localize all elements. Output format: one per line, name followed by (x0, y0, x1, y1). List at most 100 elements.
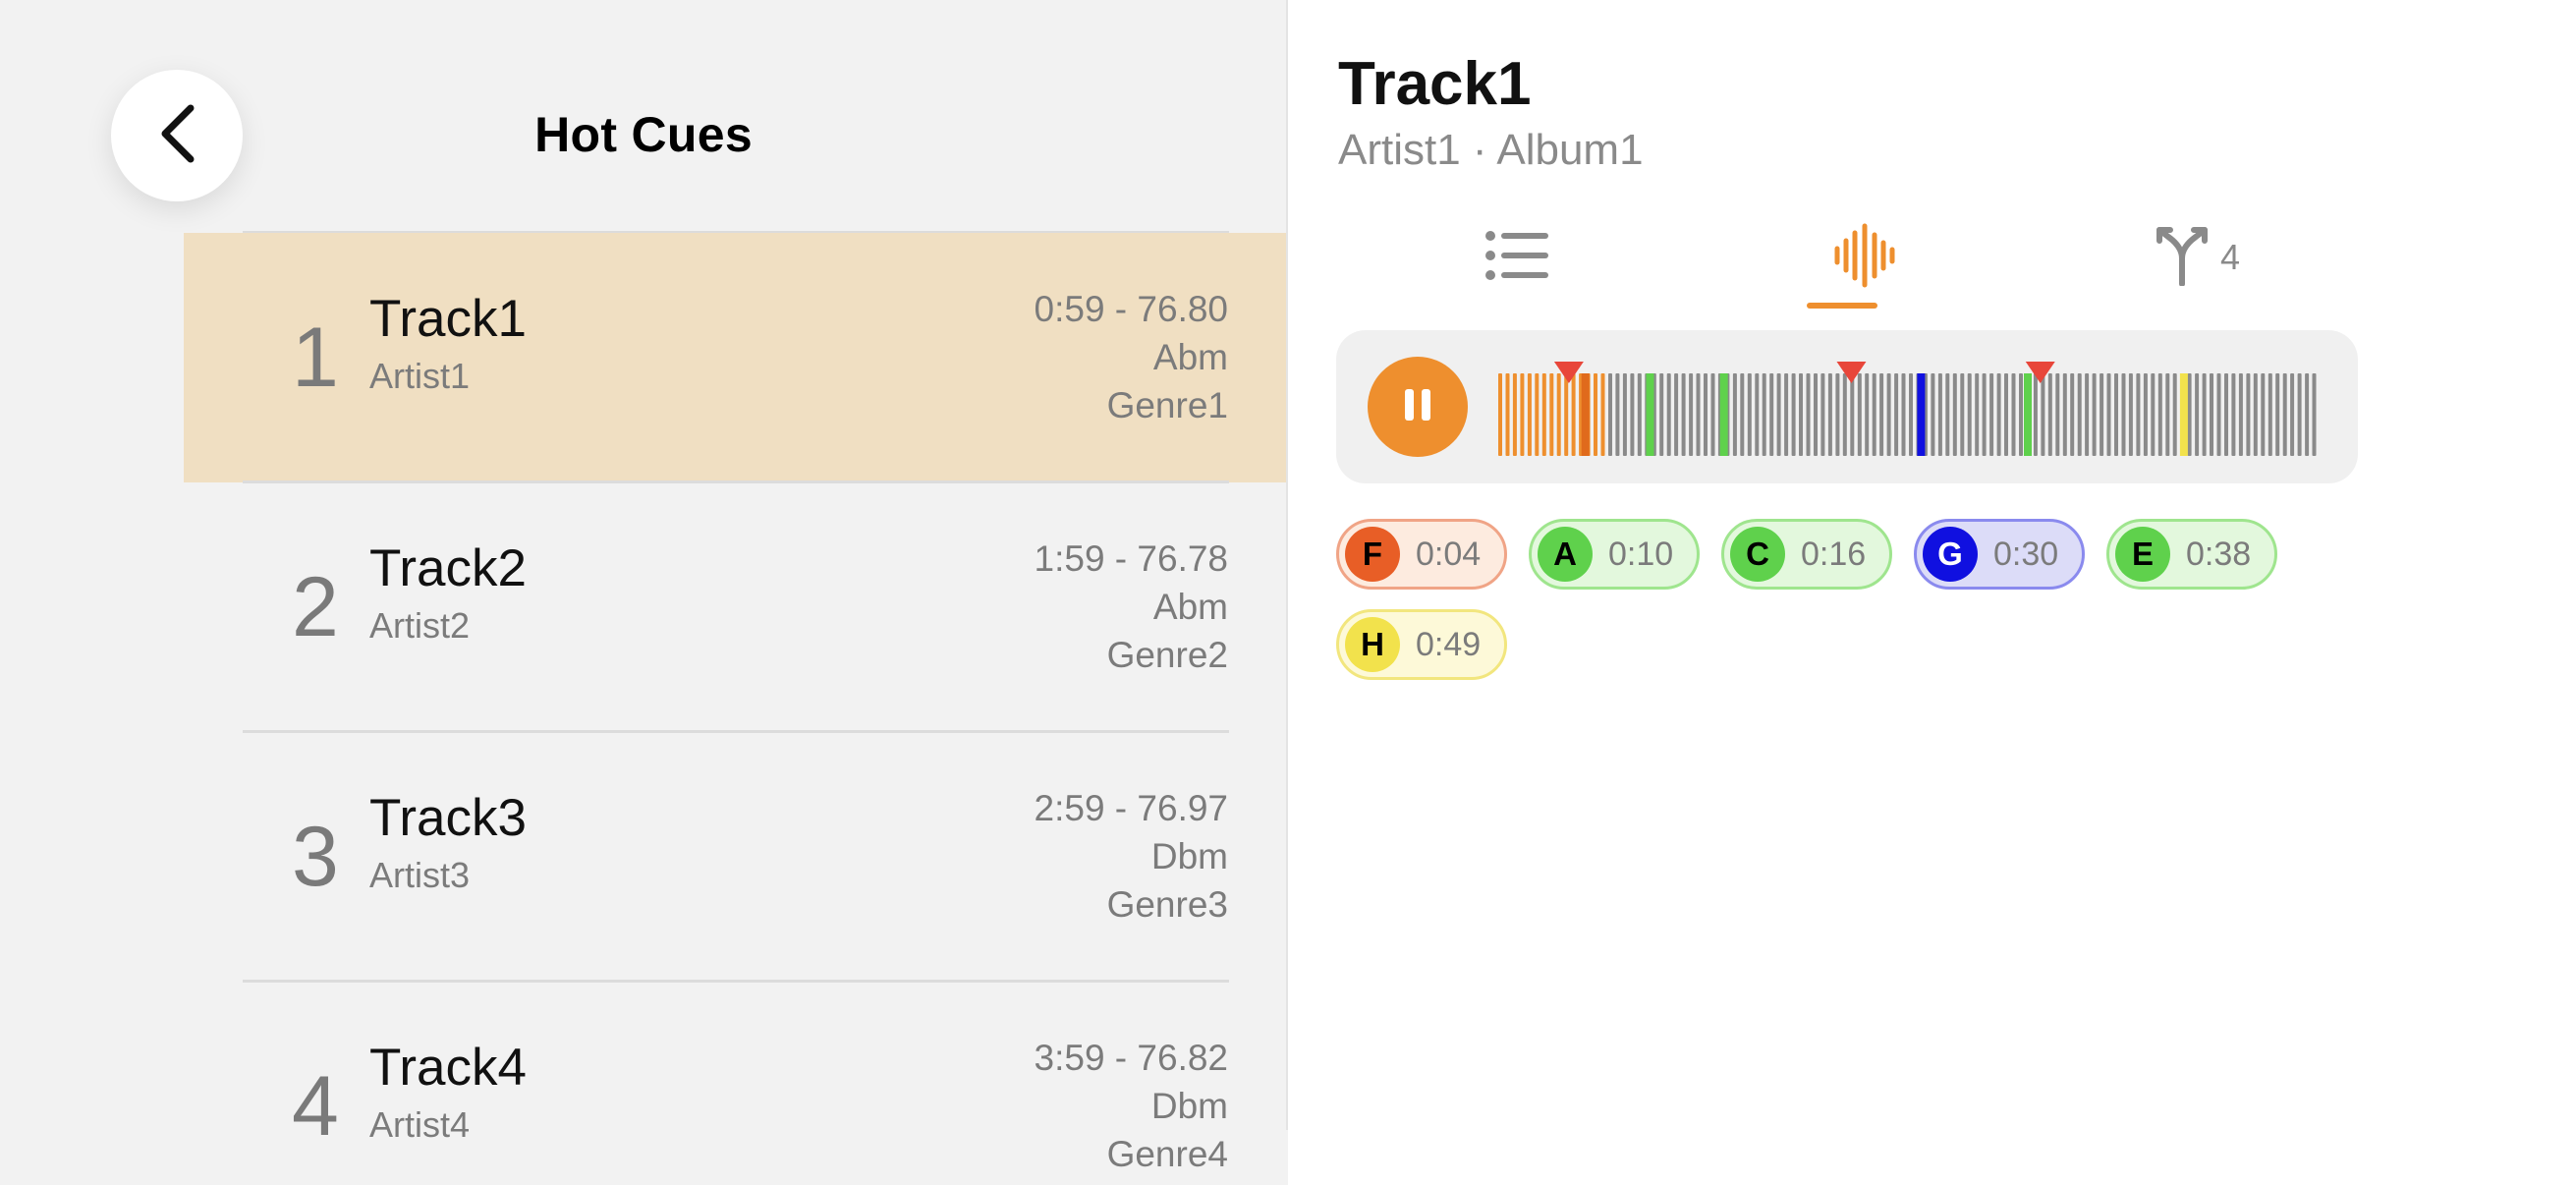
tab-waveform[interactable] (1801, 218, 1929, 297)
track-row[interactable]: 4 Track4 Artist4 3:59 - 76.82 Dbm Genre4 (184, 982, 1288, 1185)
waveform-icon (1833, 223, 1896, 293)
waveform-bar (2151, 373, 2156, 456)
waveform-bar (1594, 373, 1597, 456)
waveform-bar (1696, 373, 1701, 456)
hot-cue-time: 0:16 (1801, 535, 1867, 573)
now-playing-title: Track1 (1338, 50, 1532, 118)
track-row[interactable]: 1 Track1 Artist1 0:59 - 76.80 Abm Genre1 (184, 233, 1288, 482)
track-artist: Artist2 (369, 605, 471, 646)
waveform-bar (1498, 373, 1502, 456)
waveform-bar (1952, 373, 1957, 456)
waveform-bar (1776, 373, 1781, 456)
track-title: Track1 (369, 290, 528, 348)
waveform-bar (2041, 373, 2045, 456)
waveform-bar (2077, 373, 2082, 456)
waveform-bar (1615, 373, 1620, 456)
waveform-bar (1850, 373, 1855, 456)
waveform-bar (1989, 373, 1994, 456)
waveform-bar (2092, 373, 2097, 456)
track-meta: 1:59 - 76.78 Abm Genre2 (1035, 535, 1228, 679)
track-range: 1:59 - 76.78 (1034, 538, 1228, 579)
waveform-bar (1740, 373, 1745, 456)
hot-cue-chip[interactable]: A 0:10 (1529, 519, 1700, 590)
waveform-bar (1857, 373, 1862, 456)
waveform-bar (1556, 373, 1561, 456)
waveform-bar (2004, 373, 2008, 456)
waveform-bar (2261, 373, 2266, 456)
track-key: Dbm (1150, 836, 1228, 876)
track-row[interactable]: 3 Track3 Artist3 2:59 - 76.97 Dbm Genre3 (184, 732, 1288, 982)
hot-cue-chip[interactable]: H 0:49 (1336, 609, 1507, 680)
cue-line (2179, 373, 2188, 456)
waveform-bar (2216, 373, 2221, 456)
playhead[interactable] (1581, 373, 1590, 456)
waveform-bar (1806, 373, 1811, 456)
waveform-bar (1975, 373, 1980, 456)
waveform-bar (1630, 373, 1635, 456)
waveform-bar (2312, 373, 2317, 456)
track-list-pane: Hot Cues 1 Track1 Artist1 0:59 - 76.80 A… (0, 0, 1288, 1185)
tab-list[interactable] (1463, 218, 1571, 297)
track-genre: Genre4 (1106, 1134, 1228, 1174)
pause-icon (1403, 387, 1432, 427)
hot-cue-chip[interactable]: G 0:30 (1914, 519, 2085, 590)
cue-line (1917, 373, 1926, 456)
waveform-bar (1996, 373, 2001, 456)
hot-cue-letter: C (1730, 527, 1785, 582)
waveform-bar (1666, 373, 1671, 456)
pause-button[interactable] (1368, 357, 1468, 457)
branch-count: 4 (2219, 237, 2241, 277)
now-playing-subtitle: Artist1 · Album1 (1338, 126, 1644, 174)
hot-cue-letter: G (1923, 527, 1978, 582)
waveform-bar (2238, 373, 2243, 456)
hot-cue-chip[interactable]: C 0:16 (1721, 519, 1892, 590)
waveform-bar (1872, 373, 1876, 456)
waveform-bar (1659, 373, 1664, 456)
waveform-bar (2246, 373, 2251, 456)
track-key: Abm (1152, 337, 1228, 377)
waveform-bar (2047, 373, 2052, 456)
waveform-bar (1784, 373, 1789, 456)
hot-cue-letter: F (1345, 527, 1400, 582)
waveform-bar (1967, 373, 1972, 456)
waveform-bar (2019, 373, 2023, 456)
waveform-bar (1747, 373, 1752, 456)
track-artist: Artist1 (369, 356, 471, 396)
waveform-bar (1879, 373, 1884, 456)
hot-cue-letter: A (1538, 527, 1593, 582)
now-playing-pane: Track1 Artist1 · Album1 4 F 0:04 A 0:10 … (1288, 0, 2576, 1185)
track-row[interactable]: 2 Track2 Artist2 1:59 - 76.78 Abm Genre2 (184, 482, 1288, 732)
track-title: Track2 (369, 539, 528, 597)
waveform-bar (2157, 373, 2162, 456)
waveform-bar (2224, 373, 2228, 456)
page-title: Hot Cues (534, 107, 753, 162)
track-range: 3:59 - 76.82 (1034, 1038, 1228, 1078)
track-artist: Artist3 (369, 855, 471, 895)
chevron-left-icon (155, 102, 198, 170)
waveform-bar (1637, 373, 1642, 456)
waveform-bar (2195, 373, 2200, 456)
waveform-bar (2128, 373, 2133, 456)
waveform-bar (1865, 373, 1870, 456)
waveform-bar (1622, 373, 1627, 456)
waveform-bar (2305, 373, 2310, 456)
tab-branches[interactable]: 4 (2128, 218, 2266, 297)
hot-cue-chip[interactable]: E 0:38 (2106, 519, 2277, 590)
hot-cue-letter: H (1345, 617, 1400, 672)
waveform-bar (1762, 373, 1766, 456)
waveform-bar (2136, 373, 2141, 456)
tab-selected-indicator (1807, 303, 1877, 309)
track-meta: 3:59 - 76.82 Dbm Genre4 (1035, 1034, 1228, 1178)
list-icon (1484, 230, 1549, 286)
waveform-bar (2121, 373, 2126, 456)
waveform-bar (2187, 373, 2192, 456)
waveform-bar (2062, 373, 2067, 456)
waveform-scrubber[interactable] (1498, 360, 2320, 456)
waveform-bar (1732, 373, 1737, 456)
waveform-bar (2070, 373, 2075, 456)
back-button[interactable] (111, 70, 243, 201)
waveform-bar (1814, 373, 1818, 456)
hot-cue-chip[interactable]: F 0:04 (1336, 519, 1507, 590)
branch-icon (2154, 225, 2211, 291)
waveform-bar (2033, 373, 2038, 456)
